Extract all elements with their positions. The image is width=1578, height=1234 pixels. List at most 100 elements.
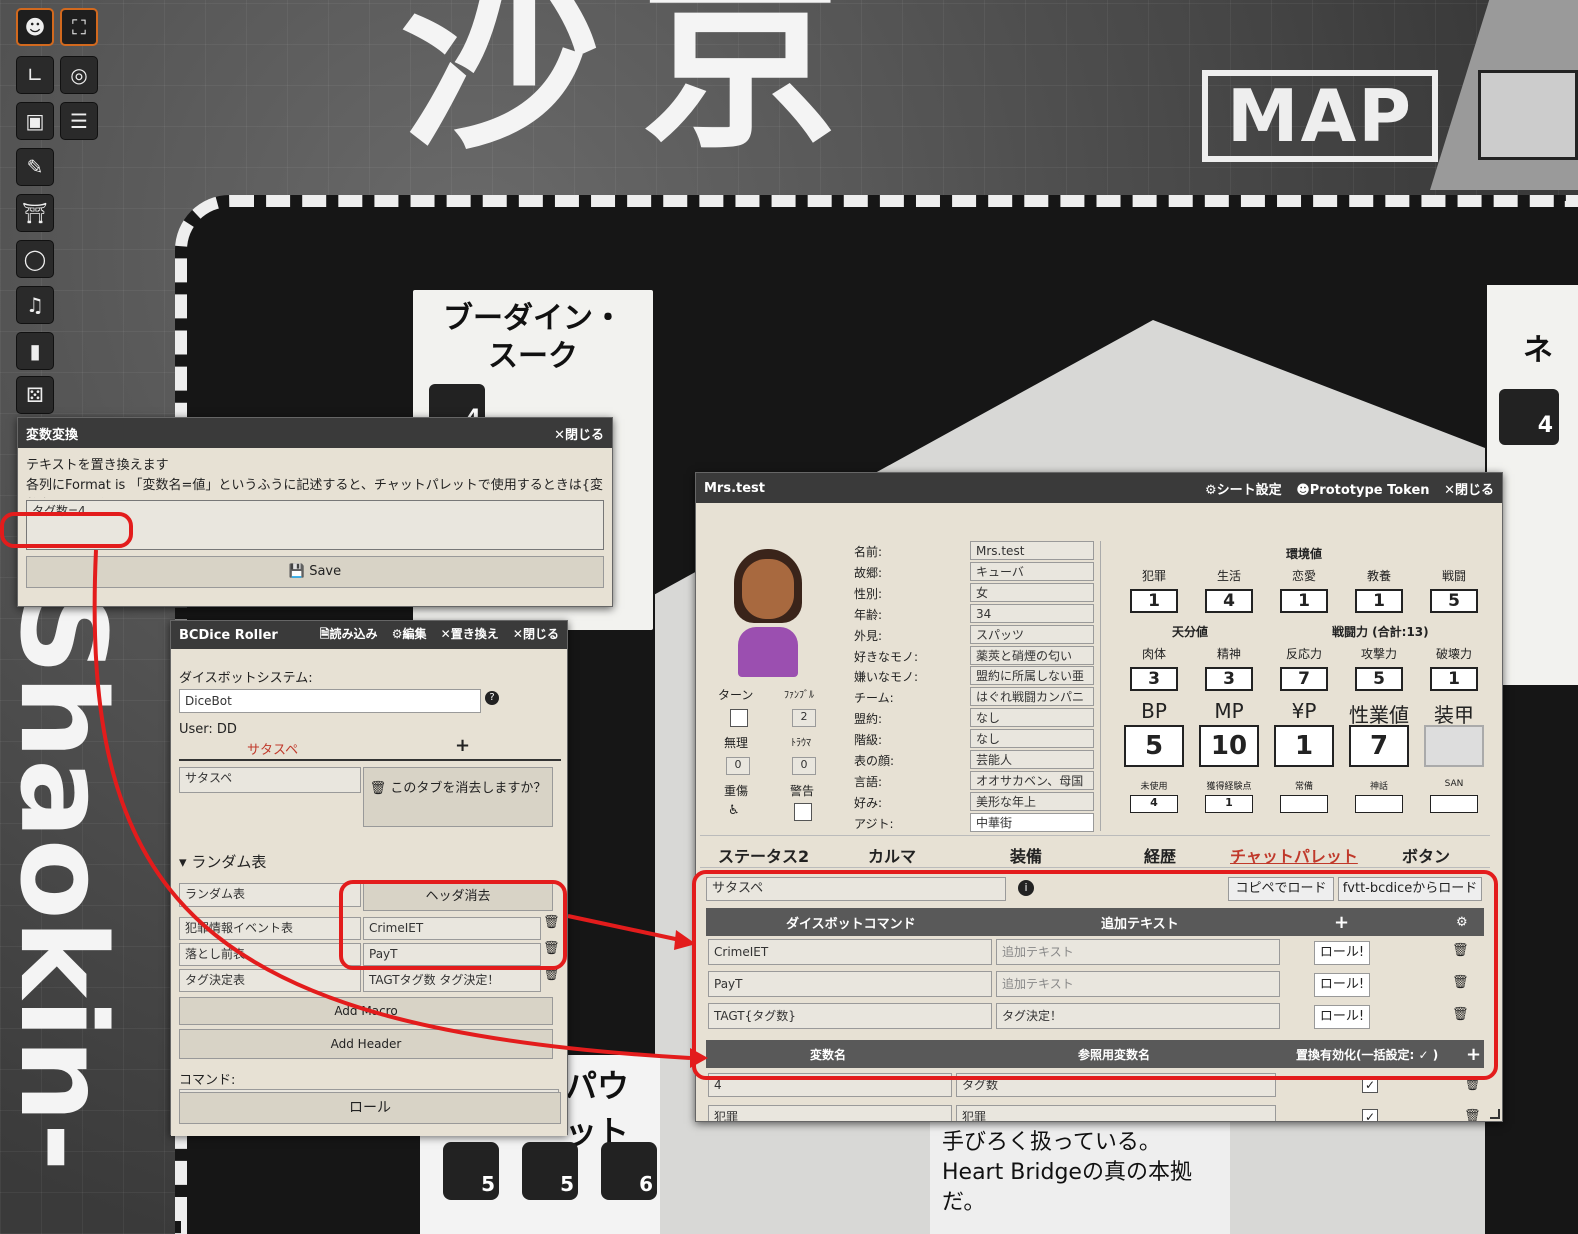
small-value[interactable] — [1280, 795, 1328, 813]
dice-icon[interactable]: ⚄ — [16, 376, 54, 414]
big-label: BP — [1141, 699, 1167, 723]
tenbun-value[interactable]: 7 — [1280, 667, 1328, 691]
sheet-header[interactable]: Mrs.test ⚙シート設定 ☻Prototype Token ✕閉じる — [696, 473, 1502, 503]
divider — [1100, 541, 1101, 831]
variable-window-header[interactable]: 変数変換 ✕閉じる — [18, 418, 612, 448]
bank-icon[interactable]: ⛩ — [16, 194, 54, 232]
profile-field[interactable]: キューバ — [970, 561, 1094, 581]
prototype-token-button[interactable]: ☻Prototype Token — [1296, 483, 1429, 498]
env-value[interactable]: 5 — [1430, 589, 1478, 613]
delete-tab-button[interactable]: 🗑 このタブを消去しますか？ — [363, 767, 553, 827]
tab-4[interactable]: チャットパレット — [1230, 843, 1358, 867]
tab-satasupe[interactable]: サタスペ — [247, 739, 298, 758]
description-text: 各列にFormat is 「変数名=値」というふうに記述すると、チャットパレット… — [26, 478, 603, 493]
close-button[interactable]: ✕閉じる — [1444, 483, 1494, 498]
replace-button[interactable]: ✕置き換え — [441, 627, 499, 641]
fullscreen-icon[interactable]: ⛶ — [60, 8, 98, 46]
profile-label: 名前: — [854, 545, 883, 559]
user-icon[interactable]: ☻ — [16, 8, 54, 46]
tenbun-label: 攻撃力 — [1360, 647, 1397, 661]
macro-cmd-field[interactable]: TAGTタグ数 タグ決定！ — [363, 969, 541, 992]
tenbun-value[interactable]: 1 — [1430, 667, 1478, 691]
random-header-field[interactable]: ランダム表 — [179, 883, 361, 907]
profile-field[interactable]: Mrs.test — [970, 541, 1094, 560]
resize-handle[interactable] — [1490, 1109, 1500, 1119]
replace-checkbox[interactable]: ✓ — [1362, 1109, 1378, 1121]
tenbun-title: 天分値 — [1172, 625, 1209, 639]
tab-2[interactable]: 装備 — [1010, 843, 1042, 867]
tab-1[interactable]: カルマ — [868, 843, 916, 867]
env-value[interactable]: 1 — [1280, 589, 1328, 613]
small-label: 未使用 — [1140, 782, 1168, 792]
close-button[interactable]: ✕閉じる — [513, 627, 559, 641]
env-value[interactable]: 4 — [1205, 589, 1253, 613]
lightbulb-icon[interactable]: ◯ — [16, 240, 54, 278]
target-icon[interactable]: ◎ — [60, 56, 98, 94]
profile-field[interactable]: なし — [970, 729, 1094, 749]
tenbun-value[interactable]: 3 — [1205, 667, 1253, 691]
fumble-field[interactable]: 2 — [792, 709, 816, 727]
big-value[interactable]: 7 — [1349, 725, 1409, 767]
big-value[interactable]: 5 — [1124, 725, 1184, 767]
tab-name-field[interactable]: サタスペ — [179, 767, 361, 793]
macro-name-field[interactable]: タグ決定表 — [179, 969, 361, 992]
profile-field[interactable]: 美形な年上 — [970, 791, 1094, 811]
random-header-toggle[interactable]: ▾ ランダム表 — [179, 851, 266, 872]
help-icon[interactable]: ? — [485, 691, 499, 705]
big-value[interactable] — [1424, 725, 1484, 767]
bcdice-header[interactable]: BCDice Roller 🗎読み込み ⚙編集 ✕置き換え ✕閉じる — [171, 621, 567, 649]
profile-field[interactable]: 盟約に所属しない亜 — [970, 666, 1094, 686]
tenbun-value[interactable]: 5 — [1355, 667, 1403, 691]
tab-0[interactable]: ステータス2 — [718, 843, 809, 867]
close-button[interactable]: ✕閉じる — [554, 428, 604, 443]
measure-icon[interactable]: ☰ — [60, 102, 98, 140]
macro-name-field[interactable]: 犯罪情報イベント表 — [179, 917, 361, 940]
profile-row: 年齢: 34 — [854, 603, 1096, 624]
profile-label: 表の顔: — [854, 754, 895, 768]
profile-field[interactable]: はぐれ戦闘カンパニ — [970, 687, 1094, 707]
env-value[interactable]: 1 — [1355, 589, 1403, 613]
macro-name-field[interactable]: 落とし前表 — [179, 943, 361, 966]
muri-field[interactable]: 0 — [726, 757, 750, 775]
cubes-icon[interactable]: ▣ — [16, 102, 54, 140]
small-value[interactable] — [1355, 795, 1403, 813]
add-header-button[interactable]: Add Header — [179, 1029, 553, 1059]
profile-field[interactable]: 芸能人 — [970, 750, 1094, 769]
profile-field[interactable]: なし — [970, 708, 1094, 728]
profile-field[interactable]: オオサカベン、母国 — [970, 770, 1094, 790]
load-button[interactable]: 🗎読み込み — [320, 627, 378, 641]
pencil-icon[interactable]: ✎ — [16, 148, 54, 186]
big-value[interactable]: 1 — [1274, 725, 1334, 767]
keikoku-label: 警告 — [790, 784, 815, 798]
system-select[interactable]: DiceBot — [179, 689, 481, 713]
env-value[interactable]: 1 — [1130, 589, 1178, 613]
small-value[interactable]: 1 — [1205, 795, 1253, 813]
profile-field[interactable]: 薬莢と硝煙の匂い — [970, 645, 1094, 665]
tab-5[interactable]: ボタン — [1402, 843, 1450, 867]
profile-field[interactable]: 34 — [970, 603, 1094, 623]
add-tab-button[interactable]: + — [455, 735, 470, 756]
tenbun-value[interactable]: 3 — [1130, 667, 1178, 691]
turn-checkbox[interactable] — [730, 709, 748, 727]
bookmark-icon[interactable]: ▮ — [16, 332, 54, 370]
small-value[interactable]: 4 — [1130, 795, 1178, 813]
tab-3[interactable]: 経歴 — [1144, 843, 1176, 867]
profile-field[interactable]: 中華街 — [970, 812, 1094, 832]
trauma-field[interactable]: 0 — [792, 757, 816, 775]
save-button[interactable]: 💾 Save — [26, 556, 604, 588]
handwriting-note: 手びろく扱っている。 Heart Bridgeの真の本拠だ。 — [930, 1120, 1230, 1234]
profile-field[interactable]: 女 — [970, 582, 1094, 602]
sheet-settings-button[interactable]: ⚙シート設定 — [1205, 483, 1282, 498]
variable-ref-field[interactable]: 犯罪 — [956, 1105, 1276, 1121]
trash-icon[interactable]: 🗑 — [1464, 1109, 1481, 1121]
small-value[interactable] — [1430, 795, 1478, 813]
big-value[interactable]: 10 — [1199, 725, 1259, 767]
add-macro-button[interactable]: Add Macro — [179, 997, 553, 1025]
variable-name-field[interactable]: 犯罪 — [708, 1105, 952, 1121]
profile-field[interactable]: スパッツ — [970, 624, 1094, 644]
edit-button[interactable]: ⚙編集 — [392, 627, 427, 641]
ruler-icon[interactable]: ∟ — [16, 56, 54, 94]
warning-checkbox[interactable] — [794, 803, 812, 821]
roll-button[interactable]: ロール — [179, 1092, 561, 1124]
music-icon[interactable]: ♫ — [16, 286, 54, 324]
